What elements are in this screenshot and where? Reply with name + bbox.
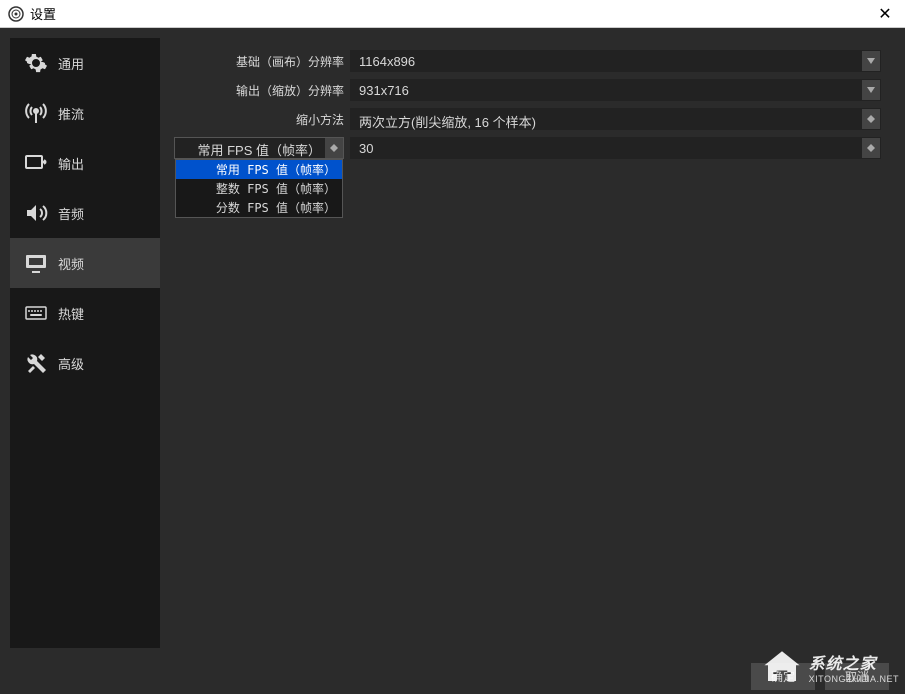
fps-option-common[interactable]: 常用 FPS 值（帧率） — [176, 160, 342, 179]
app-icon — [8, 6, 24, 22]
antenna-icon — [24, 101, 48, 125]
sidebar-item-output[interactable]: 输出 — [10, 138, 160, 188]
fps-value: 30 — [359, 141, 373, 156]
sidebar: 通用 推流 输出 音频 视频 — [10, 38, 160, 648]
sidebar-label: 视频 — [58, 254, 84, 273]
speaker-icon — [24, 201, 48, 225]
content-area: 基础（画布）分辨率 1164x896 输出（缩放）分辨率 931x716 缩小方… — [160, 38, 895, 648]
sidebar-item-advanced[interactable]: 高级 — [10, 338, 160, 388]
fps-type-value: 常用 FPS 值（帧率） — [197, 143, 321, 158]
keyboard-icon — [24, 301, 48, 325]
sidebar-label: 输出 — [58, 154, 84, 173]
downscale-value: 两次立方(削尖缩放, 16 个样本) — [359, 115, 536, 130]
downscale-combo[interactable]: 两次立方(削尖缩放, 16 个样本) — [350, 108, 881, 130]
sidebar-item-general[interactable]: 通用 — [10, 38, 160, 88]
watermark-main: 系统之家 — [809, 650, 899, 674]
base-resolution-combo[interactable]: 1164x896 — [350, 50, 881, 72]
fps-type-wrapper: 常用 FPS 值（帧率） 常用 FPS 值（帧率） 整数 FPS 值（帧率） 分… — [174, 137, 344, 159]
gear-icon — [24, 51, 48, 75]
sidebar-label: 音频 — [58, 204, 84, 223]
downscale-row: 缩小方法 两次立方(削尖缩放, 16 个样本) — [174, 108, 881, 130]
sidebar-item-audio[interactable]: 音频 — [10, 188, 160, 238]
base-resolution-label: 基础（画布）分辨率 — [174, 53, 344, 70]
sidebar-label: 高级 — [58, 354, 84, 373]
sidebar-label: 热键 — [58, 304, 84, 323]
monitor-icon — [24, 251, 48, 275]
output-resolution-value: 931x716 — [359, 83, 409, 98]
output-icon — [24, 151, 48, 175]
titlebar: 设置 ✕ — [0, 0, 905, 28]
downscale-label: 缩小方法 — [174, 111, 344, 128]
watermark: 系统之家 XITONGZHIJIA.NET — [761, 646, 899, 688]
watermark-sub: XITONGZHIJIA.NET — [809, 674, 899, 684]
chevron-down-icon[interactable] — [862, 80, 880, 100]
sidebar-item-hotkeys[interactable]: 热键 — [10, 288, 160, 338]
house-icon — [761, 646, 803, 688]
fps-type-combo[interactable]: 常用 FPS 值（帧率） 常用 FPS 值（帧率） 整数 FPS 值（帧率） 分… — [174, 137, 344, 159]
fps-option-fraction[interactable]: 分数 FPS 值（帧率） — [176, 198, 342, 217]
spinner-icon[interactable] — [862, 109, 880, 129]
fps-type-dropdown: 常用 FPS 值（帧率） 整数 FPS 值（帧率） 分数 FPS 值（帧率） — [175, 159, 343, 218]
output-resolution-label: 输出（缩放）分辨率 — [174, 82, 344, 99]
sidebar-label: 通用 — [58, 54, 84, 73]
chevron-down-icon[interactable] — [862, 51, 880, 71]
sidebar-item-video[interactable]: 视频 — [10, 238, 160, 288]
fps-row: 常用 FPS 值（帧率） 常用 FPS 值（帧率） 整数 FPS 值（帧率） 分… — [174, 137, 881, 159]
window-title: 设置 — [30, 4, 873, 23]
output-resolution-row: 输出（缩放）分辨率 931x716 — [174, 79, 881, 101]
tools-icon — [24, 351, 48, 375]
fps-option-integer[interactable]: 整数 FPS 值（帧率） — [176, 179, 342, 198]
sidebar-label: 推流 — [58, 104, 84, 123]
main-container: 通用 推流 输出 音频 视频 — [0, 28, 905, 658]
close-button[interactable]: ✕ — [873, 4, 897, 24]
sidebar-item-stream[interactable]: 推流 — [10, 88, 160, 138]
output-resolution-combo[interactable]: 931x716 — [350, 79, 881, 101]
base-resolution-row: 基础（画布）分辨率 1164x896 — [174, 50, 881, 72]
fps-value-combo[interactable]: 30 — [350, 137, 881, 159]
base-resolution-value: 1164x896 — [359, 54, 415, 69]
watermark-text: 系统之家 XITONGZHIJIA.NET — [809, 650, 899, 684]
spinner-icon[interactable] — [325, 138, 343, 158]
spinner-icon[interactable] — [862, 138, 880, 158]
